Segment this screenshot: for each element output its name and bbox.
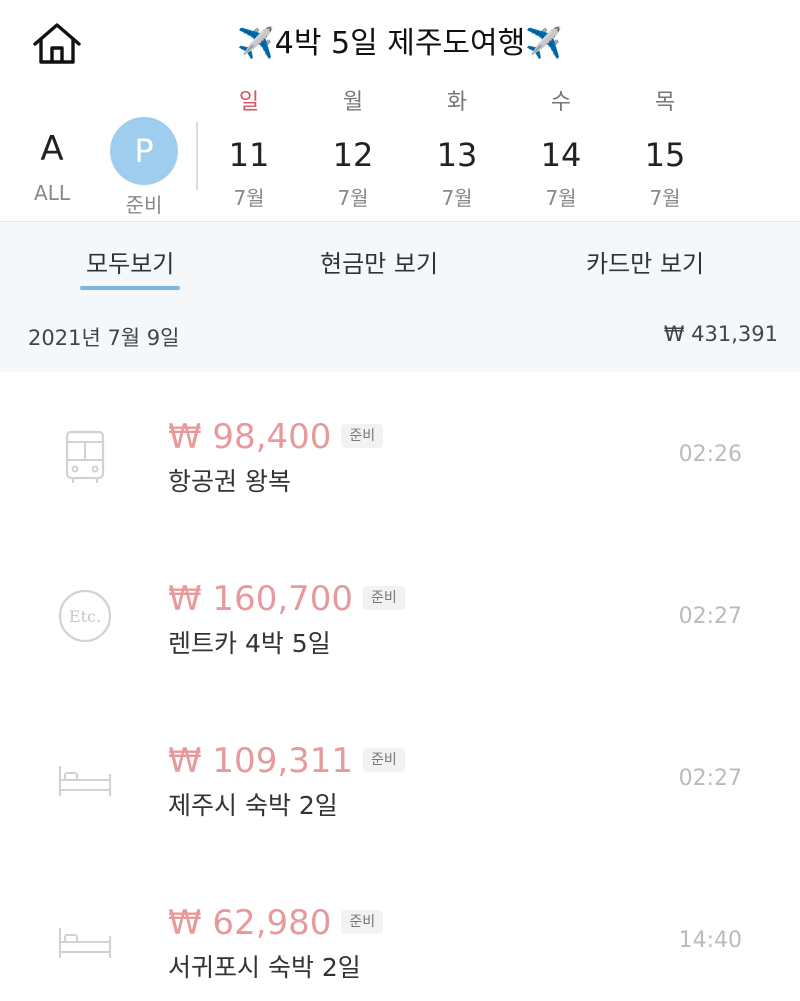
svg-text:Etc.: Etc.: [69, 607, 101, 626]
page-title: ✈️4박 5일 제주도여행✈️: [237, 26, 563, 61]
bed-icon: [58, 928, 112, 958]
prep-label: 준비: [125, 193, 163, 217]
filter-all-button[interactable]: A ALL: [12, 123, 92, 205]
expense-amount: ₩ 109,311 준비: [168, 738, 405, 784]
day-month: 7월: [545, 186, 577, 210]
filter-prep-button[interactable]: P 준비: [104, 117, 184, 218]
summary-total: ₩ 431,391: [663, 322, 778, 346]
prep-circle: P: [110, 117, 178, 185]
expense-item[interactable]: ₩ 62,980 준비 서귀포시 숙박 2일 14:40: [0, 888, 800, 1001]
expense-time: 02:26: [678, 442, 742, 467]
tab-card-only[interactable]: 카드만 보기: [586, 244, 704, 284]
tab-cash-only[interactable]: 현금만 보기: [320, 244, 438, 284]
weekday-label: 목: [654, 90, 676, 115]
day-number: 12: [332, 136, 374, 174]
all-label: ALL: [34, 181, 70, 205]
expense-description: 항공권 왕복: [168, 467, 291, 496]
expense-item[interactable]: Etc. ₩ 160,700 준비 렌트카 4박 5일 02:27: [0, 564, 800, 726]
expense-description: 렌트카 4박 5일: [168, 629, 331, 658]
expense-amount: ₩ 98,400 준비: [168, 414, 384, 460]
expense-amount: ₩ 62,980 준비: [168, 900, 384, 946]
amount-value: ₩ 160,700: [168, 579, 354, 619]
etc-icon: Etc.: [58, 589, 112, 643]
day-button-14[interactable]: 수 14 7월: [521, 85, 601, 213]
day-button-11[interactable]: 일 11 7월: [209, 85, 289, 213]
day-button-15[interactable]: 목 15 7월: [625, 85, 705, 213]
day-number: 11: [228, 136, 270, 174]
bed-icon: [58, 766, 112, 796]
weekday-label: 월: [342, 90, 364, 115]
summary-date: 2021년 7월 9일: [28, 326, 180, 350]
day-button-13[interactable]: 화 13 7월: [417, 85, 497, 213]
prep-badge: 준비: [363, 748, 405, 772]
amount-value: ₩ 62,980: [168, 903, 332, 943]
expense-description: 제주시 숙박 2일: [168, 791, 338, 820]
weekday-label: 수: [550, 90, 572, 115]
amount-value: ₩ 109,311: [168, 741, 354, 781]
expense-time: 14:40: [678, 928, 742, 953]
app-header: ✈️4박 5일 제주도여행✈️: [0, 0, 800, 90]
day-number: 15: [644, 136, 686, 174]
expense-item[interactable]: ₩ 109,311 준비 제주시 숙박 2일 02:27: [0, 726, 800, 888]
day-divider: [196, 122, 198, 190]
expense-list: ₩ 98,400 준비 항공권 왕복 02:26 Etc. ₩ 160,700 준비…: [0, 372, 800, 1001]
day-button-12[interactable]: 월 12 7월: [313, 85, 393, 213]
day-month: 7월: [233, 186, 265, 210]
day-selector: A ALL P 준비 일 11 7월 월 12 7월 화 13 7월 수 14 …: [0, 85, 800, 222]
filter-tabs-panel: 모두보기 현금만 보기 카드만 보기 2021년 7월 9일 ₩ 431,391: [0, 222, 800, 372]
day-month: 7월: [337, 186, 369, 210]
all-letter: A: [40, 129, 64, 169]
expense-amount: ₩ 160,700 준비: [168, 576, 405, 622]
tab-all[interactable]: 모두보기: [79, 244, 181, 290]
prep-badge: 준비: [341, 424, 384, 448]
expense-item[interactable]: ₩ 98,400 준비 항공권 왕복 02:26: [0, 402, 800, 564]
day-month: 7월: [649, 186, 681, 210]
day-number: 14: [540, 136, 582, 174]
weekday-label: 일: [238, 90, 260, 115]
day-month: 7월: [441, 186, 473, 210]
day-number: 13: [436, 136, 478, 174]
prep-badge: 준비: [363, 586, 405, 610]
bus-icon: [65, 430, 105, 483]
expense-time: 02:27: [678, 766, 742, 791]
weekday-label: 화: [446, 90, 468, 115]
expense-description: 서귀포시 숙박 2일: [168, 953, 361, 982]
amount-value: ₩ 98,400: [168, 417, 332, 457]
prep-badge: 준비: [341, 910, 384, 934]
expense-time: 02:27: [678, 604, 742, 629]
